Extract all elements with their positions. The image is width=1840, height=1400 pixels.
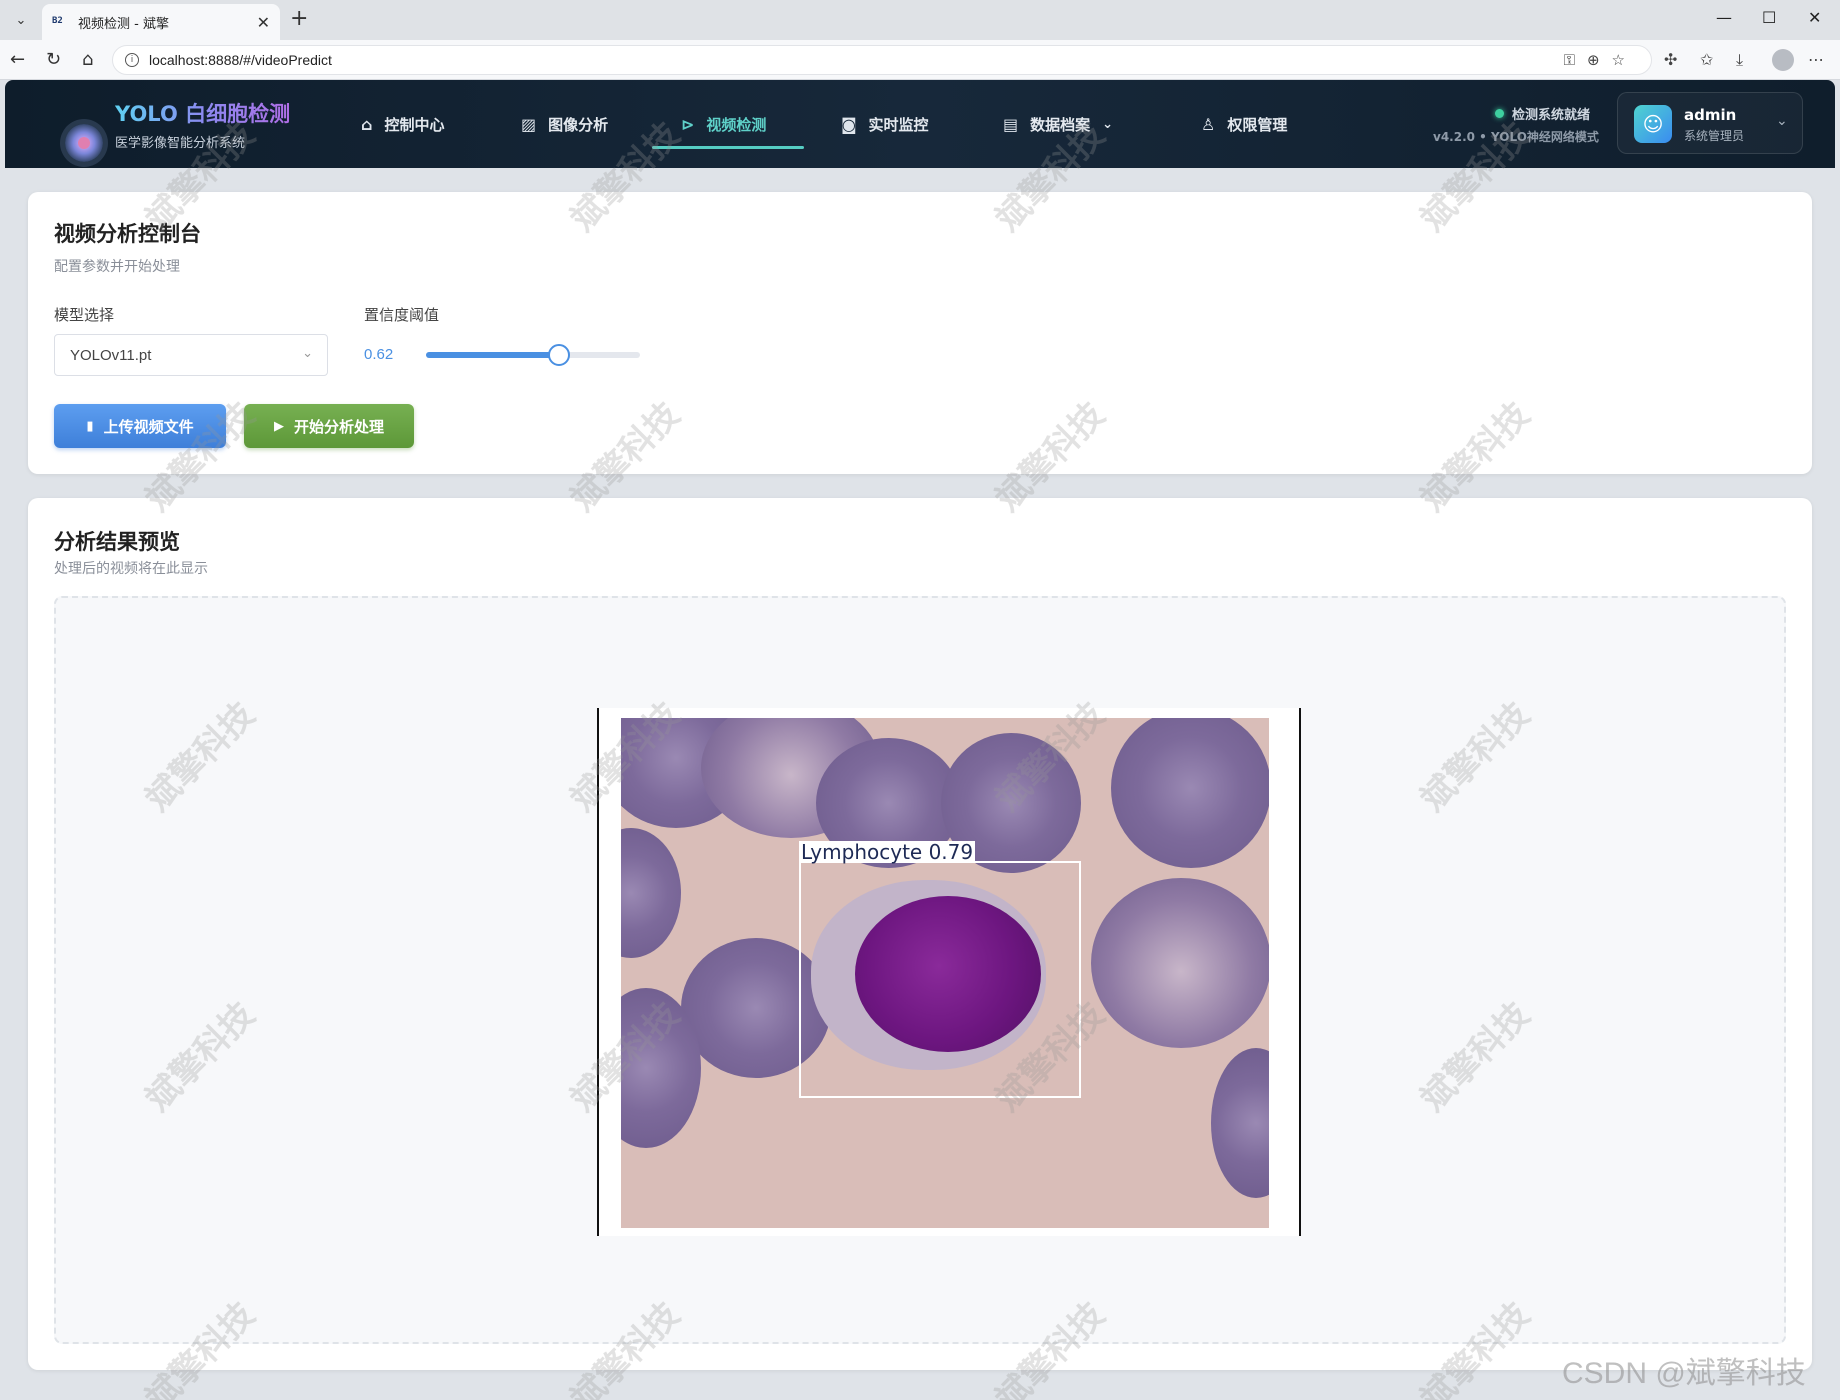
user-name: admin [1684,106,1737,124]
nav-item-realtime-monitor[interactable]: ◙ 实时监控 [841,110,929,138]
chevron-down-icon: ⌄ [1102,116,1114,132]
model-select[interactable]: YOLOv11.pt ⌄ [54,334,328,376]
red-blood-cell [621,828,681,958]
red-blood-cell [1211,1048,1269,1198]
video-preview-area: Lymphocyte 0.79 [54,596,1786,1344]
start-analysis-button[interactable]: ▶ 开始分析处理 [244,404,414,448]
file-icon: ▮ [86,418,94,434]
slider-fill [426,352,559,358]
confidence-slider[interactable] [426,344,640,366]
brand-subtitle: 医学影像智能分析系统 [115,136,246,151]
minimize-icon[interactable]: — [1716,8,1732,27]
window-close-icon[interactable]: ✕ [1808,8,1821,27]
upload-video-button[interactable]: ▮ 上传视频文件 [54,404,226,448]
chevron-down-icon: ⌄ [302,345,313,360]
browser-address-bar: ← ↻ ⌂ i localhost:8888/#/videoPredict ⚿⊕… [0,40,1840,80]
back-icon[interactable]: ← [10,49,25,70]
microscope-image: Lymphocyte 0.79 [621,718,1269,1228]
nav-label: 数据档案 [1030,115,1091,134]
home-icon: ⌂ [361,114,373,134]
user-avatar-icon: ☺ [1634,105,1672,143]
nav-item-permissions[interactable]: ♙ 权限管理 [1201,110,1287,138]
version-text: v4.2.0 • YOLO神经网络模式 [1433,130,1599,144]
panel-title: 分析结果预览 [54,530,180,554]
extensions-icon[interactable]: ✣ [1664,50,1677,69]
chevron-down-icon: ⌄ [1776,113,1788,129]
slider-thumb[interactable] [547,344,570,366]
brand-title: YOLO 白细胞检测 [115,98,290,128]
user-menu[interactable]: ☺ admin 系统管理员 ⌄ [1617,92,1803,154]
panel-title: 视频分析控制台 [54,222,201,246]
result-preview-panel: 分析结果预览 处理后的视频将在此显示 Lymphocyte 0.79 [28,498,1812,1370]
nav-item-control-center[interactable]: ⌂ 控制中心 [361,110,444,138]
nav-label: 控制中心 [384,115,445,134]
nav-item-video-detection[interactable]: ⊳ 视频检测 [681,110,766,138]
confidence-value: 0.62 [364,346,394,363]
nav-label: 图像分析 [548,115,609,134]
video-frame[interactable]: Lymphocyte 0.79 [597,708,1301,1236]
downloads-icon[interactable]: ⤓ [1736,50,1743,70]
confidence-label: 置信度阈值 [364,306,440,324]
tab-list-dropdown-icon[interactable]: ⌄ [8,7,34,33]
user-role: 系统管理员 [1684,129,1745,143]
system-status: 检测系统就绪 [1495,104,1590,123]
status-dot-icon [1495,109,1504,118]
nav-label: 实时监控 [868,115,929,134]
upload-button-label: 上传视频文件 [103,417,194,436]
active-nav-indicator [652,146,804,149]
browser-tab[interactable]: B2 视频检测 - 斌擎 ✕ [42,4,280,40]
tab-title: 视频检测 - 斌擎 [78,16,169,32]
home-browser-icon[interactable]: ⌂ [82,49,93,70]
csdn-watermark: CSDN @斌擎科技 [1562,1357,1806,1390]
favicon-icon: B2 [52,16,63,26]
model-select-label: 模型选择 [54,306,115,324]
page: ⌄ B2 视频检测 - 斌擎 ✕ + — ☐ ✕ ← ↻ ⌂ i localho… [0,0,1840,1400]
logo-icon [65,124,103,162]
tab-close-icon[interactable]: ✕ [257,13,270,32]
profile-icon[interactable] [1772,49,1794,71]
start-button-label: 开始分析处理 [293,417,384,436]
video-control-panel: 视频分析控制台 配置参数并开始处理 模型选择 YOLOv11.pt ⌄ 置信度阈… [28,192,1812,474]
play-circle-icon: ⊳ [681,114,695,134]
nav-item-image-analysis[interactable]: ▨ 图像分析 [521,110,608,138]
document-icon: ▤ [1003,114,1019,134]
site-info-icon[interactable]: i [125,53,139,67]
url-action-icons[interactable]: ⚿⊕☆ [1564,51,1637,69]
more-menu-icon[interactable]: ⋯ [1808,50,1824,69]
image-icon: ▨ [521,114,537,134]
browser-tab-bar: ⌄ B2 视频检测 - 斌擎 ✕ + — ☐ ✕ [0,0,1840,40]
maximize-icon[interactable]: ☐ [1762,8,1776,27]
reload-icon[interactable]: ↻ [46,49,61,70]
panel-subtitle: 处理后的视频将在此显示 [54,561,208,577]
app-header: YOLO 白细胞检测 医学影像智能分析系统 ⌂ 控制中心 ▨ 图像分析 ⊳ 视频… [5,80,1835,168]
url-text: localhost:8888/#/videoPredict [149,52,332,68]
detection-box [799,861,1081,1098]
play-icon: ▶ [273,418,284,434]
panel-subtitle: 配置参数并开始处理 [54,259,180,275]
camera-icon: ◙ [841,114,857,134]
nav-label: 权限管理 [1227,115,1288,134]
new-tab-icon[interactable]: + [290,6,308,31]
user-icon: ♙ [1201,114,1216,134]
nav-item-data-archive[interactable]: ▤ 数据档案 ⌄ [1003,110,1113,138]
detection-label: Lymphocyte 0.79 [799,840,976,864]
model-select-value: YOLOv11.pt [70,346,152,364]
url-field[interactable]: i localhost:8888/#/videoPredict ⚿⊕☆ [112,45,1652,75]
red-blood-cell [1091,878,1269,1048]
favorites-icon[interactable]: ✩ [1700,50,1713,69]
status-text: 检测系统就绪 [1512,108,1591,123]
red-blood-cell [1111,718,1269,868]
nav-label: 视频检测 [706,115,767,134]
